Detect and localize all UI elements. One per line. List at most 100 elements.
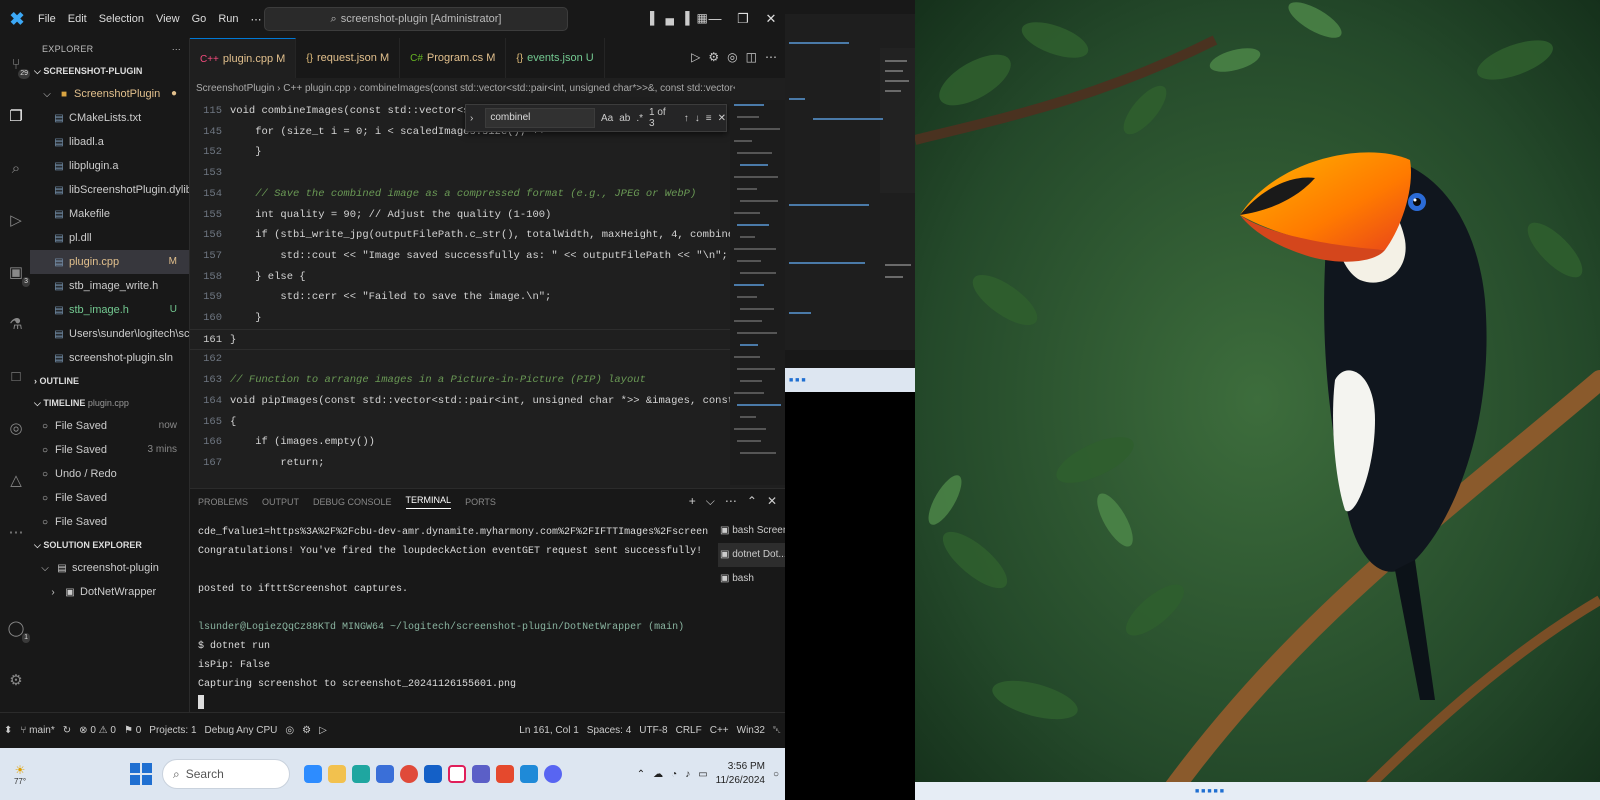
testing-icon[interactable]: ⚗ bbox=[5, 314, 27, 336]
menu-edit[interactable]: Edit bbox=[62, 13, 93, 26]
command-center[interactable]: ⌕ screenshot-plugin [Administrator] bbox=[264, 7, 568, 31]
file-item[interactable]: ▤ Users\sunder\logitech\screensho... bbox=[30, 322, 189, 346]
tab-terminal[interactable]: TERMINAL bbox=[405, 495, 452, 509]
office-icon[interactable] bbox=[496, 765, 514, 783]
settings-gear-icon[interactable]: ⚙ bbox=[5, 670, 27, 692]
file-item[interactable]: ▤ libScreenshotPlugin.dylib bbox=[30, 178, 189, 202]
tab-output[interactable]: OUTPUT bbox=[262, 497, 299, 507]
regex-icon[interactable]: .* bbox=[636, 113, 643, 124]
remote-icon[interactable]: ⬍ bbox=[0, 725, 16, 736]
language-mode[interactable]: C++ bbox=[706, 725, 733, 736]
file-item[interactable]: ▤ stb_image.h U bbox=[30, 298, 189, 322]
timeline-item[interactable]: ○ Undo / Redo bbox=[30, 462, 189, 486]
outlook-icon[interactable] bbox=[424, 765, 442, 783]
terminal-instance[interactable]: ▣ bash bbox=[718, 567, 785, 591]
file-explorer-icon[interactable] bbox=[328, 765, 346, 783]
battery-icon[interactable]: ▭ bbox=[698, 769, 707, 780]
cursor-position[interactable]: Ln 161, Col 1 bbox=[515, 725, 583, 736]
outline-section[interactable]: › OUTLINE bbox=[30, 370, 189, 392]
source-control-icon[interactable]: ⑂ 29 bbox=[5, 54, 30, 79]
vscode-taskbar-icon[interactable] bbox=[520, 765, 538, 783]
split-editor-icon[interactable]: ◫ bbox=[746, 50, 757, 64]
tab-program-cs[interactable]: C# Program.cs M bbox=[400, 38, 507, 78]
problems-indicator[interactable]: ⊗ 0 ⚠ 0 bbox=[75, 725, 120, 736]
close-find-icon[interactable]: ✕ bbox=[718, 113, 726, 124]
close-panel-icon[interactable]: ✕ bbox=[767, 494, 777, 509]
weather-widget[interactable]: ☀ 77° bbox=[0, 763, 40, 786]
file-item[interactable]: ▤ plugin.cpp M bbox=[30, 250, 189, 274]
encoding[interactable]: UTF-8 bbox=[635, 725, 671, 736]
settings-gear-icon[interactable]: ⚙ bbox=[708, 50, 719, 64]
maximize-panel-icon[interactable]: ⌃ bbox=[747, 494, 757, 509]
chevron-down-icon[interactable]: ⌵ bbox=[706, 494, 715, 509]
match-case-icon[interactable]: Aa bbox=[601, 113, 613, 124]
find-in-selection-icon[interactable]: ≡ bbox=[706, 113, 712, 124]
debug-icon[interactable]: ◎ bbox=[281, 725, 298, 736]
taskbar-search[interactable]: ⌕ Search bbox=[162, 759, 290, 789]
toggle-secondary-sidebar-icon[interactable]: ▐ bbox=[681, 11, 690, 25]
chrome-icon[interactable] bbox=[400, 765, 418, 783]
tab-problems[interactable]: PROBLEMS bbox=[198, 497, 248, 507]
file-item[interactable]: ▤ pl.dll bbox=[30, 226, 189, 250]
docker-icon[interactable]: ◎ bbox=[5, 418, 27, 440]
find-input[interactable]: combinel bbox=[485, 108, 595, 128]
file-item[interactable]: ▤ Makefile bbox=[30, 202, 189, 226]
more-actions-icon[interactable]: ⋯ bbox=[725, 494, 737, 509]
ports-indicator[interactable]: ⚑ 0 bbox=[120, 725, 145, 736]
tab-ports[interactable]: PORTS bbox=[465, 497, 496, 507]
platform[interactable]: Win32 bbox=[733, 725, 769, 736]
accounts-icon[interactable]: ◯ 1 bbox=[5, 618, 30, 643]
slack-icon[interactable] bbox=[448, 765, 466, 783]
file-item[interactable]: ▤ libadl.a bbox=[30, 130, 189, 154]
run-file-icon[interactable]: ▷ bbox=[691, 50, 700, 64]
extensions-icon[interactable]: ▣ 3 bbox=[5, 262, 30, 287]
minimap[interactable] bbox=[730, 100, 785, 485]
menu-view[interactable]: View bbox=[150, 13, 186, 26]
build-icon[interactable]: ⚙ bbox=[298, 725, 315, 736]
file-item[interactable]: ▤ screenshot-plugin.sln bbox=[30, 346, 189, 370]
solution-item[interactable]: › ▣ DotNetWrapper bbox=[30, 580, 189, 604]
file-item[interactable]: ▤ CMakeLists.txt bbox=[30, 106, 189, 130]
tab-plugin-cpp[interactable]: C++ plugin.cpp M bbox=[190, 38, 297, 78]
code-editor[interactable]: 115 void combineImages(const std::vector<… bbox=[190, 100, 730, 485]
minimize-icon[interactable]: — bbox=[701, 0, 729, 38]
git-branch[interactable]: ⑂ main* bbox=[16, 725, 58, 736]
search-icon[interactable]: ⌕ bbox=[5, 158, 27, 180]
start-button[interactable] bbox=[130, 763, 152, 785]
debug-config[interactable]: Debug Any CPU bbox=[201, 725, 282, 736]
file-item[interactable]: ▤ libplugin.a bbox=[30, 154, 189, 178]
more-views-icon[interactable]: ⋯ bbox=[5, 522, 27, 544]
solution-item[interactable]: ⌵ ▤ screenshot-plugin bbox=[30, 556, 189, 580]
menu-file[interactable]: File bbox=[32, 13, 62, 26]
more-actions-icon[interactable]: ⋯ bbox=[765, 50, 777, 64]
workspace-root[interactable]: ⌵ SCREENSHOT-PLUGIN bbox=[30, 60, 189, 82]
next-match-icon[interactable]: ↓ bbox=[695, 113, 700, 124]
terminal-output[interactable]: cde_fvalue1=https%3A%2F%2Fcbu-dev-amr.dy… bbox=[198, 523, 708, 713]
notifications-bell-icon[interactable]: ␇ bbox=[769, 725, 785, 736]
tab-debug-console[interactable]: DEBUG CONSOLE bbox=[313, 497, 392, 507]
run-debug-icon[interactable]: ▷ bbox=[5, 210, 27, 232]
indentation[interactable]: Spaces: 4 bbox=[583, 725, 635, 736]
explorer-icon[interactable]: ❐ bbox=[5, 106, 27, 128]
clock[interactable]: 3:56 PM 11/26/2024 bbox=[716, 760, 765, 788]
timeline-item[interactable]: ○ File Saved bbox=[30, 486, 189, 510]
solution-explorer-section[interactable]: ⌵ SOLUTION EXPLORER bbox=[30, 534, 189, 556]
menu-run[interactable]: Run bbox=[212, 13, 244, 26]
previous-match-icon[interactable]: ↑ bbox=[684, 113, 689, 124]
tab-events-json[interactable]: {} events.json U bbox=[506, 38, 605, 78]
breadcrumb[interactable]: ScreenshotPlugin › C++ plugin.cpp › comb… bbox=[190, 78, 735, 100]
file-item[interactable]: ▤ stb_image_write.h bbox=[30, 274, 189, 298]
terminal-instance[interactable]: ▣ dotnet Dot... bbox=[718, 543, 785, 567]
sync-icon[interactable]: ↻ bbox=[59, 725, 75, 736]
timeline-item[interactable]: ○ File Saved now bbox=[30, 414, 189, 438]
tray-chevron-icon[interactable]: ⌃ bbox=[637, 769, 645, 780]
wifi-icon[interactable]: ◔ bbox=[671, 769, 677, 780]
new-terminal-icon[interactable]: + bbox=[689, 494, 696, 509]
restore-icon[interactable]: ❐ bbox=[729, 0, 757, 38]
teams-icon[interactable] bbox=[472, 765, 490, 783]
cloud-icon[interactable]: ☁ bbox=[653, 769, 663, 780]
notifications-bell-icon[interactable]: ○ bbox=[773, 769, 779, 780]
terminal-instance[interactable]: ▣ bash Screen... bbox=[718, 519, 785, 543]
folder-item[interactable]: ⌵ ■ ScreenshotPlugin ● bbox=[30, 82, 189, 106]
close-icon[interactable]: ✕ bbox=[757, 0, 785, 38]
